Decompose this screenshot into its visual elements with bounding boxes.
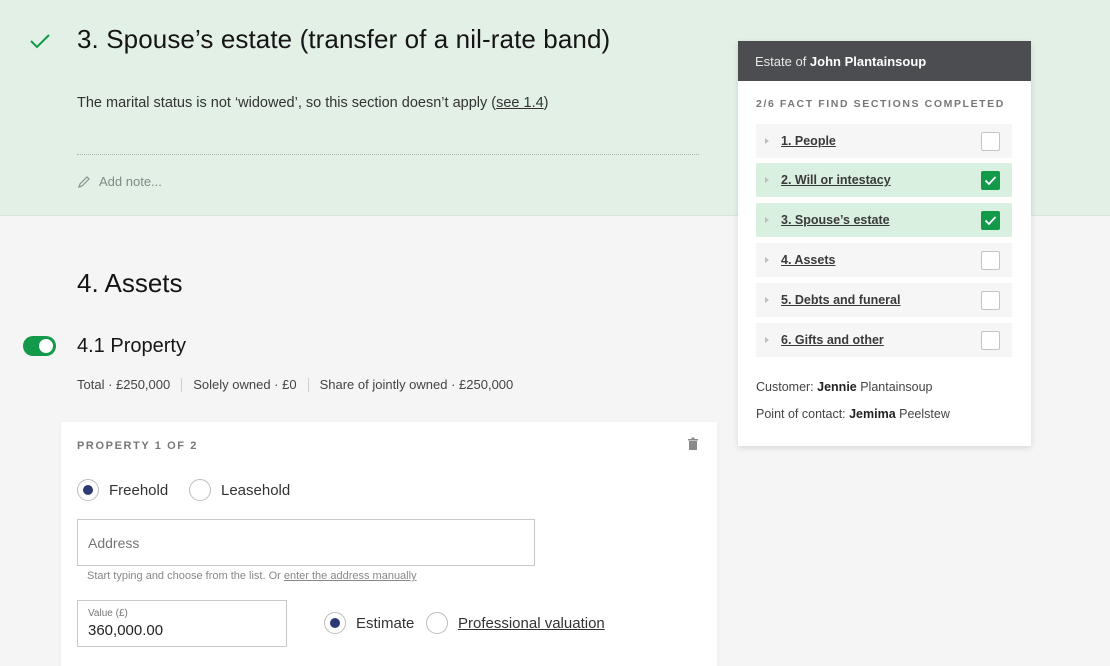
toggle-knob <box>39 339 53 353</box>
checkbox[interactable] <box>981 330 1000 350</box>
value-label: Value (£) <box>88 608 128 619</box>
nav-item-label[interactable]: 2. Will or intestacy <box>781 173 981 187</box>
property-subsection-title: 4.1 Property <box>77 335 186 357</box>
property-card-heading: PROPERTY 1 OF 2 <box>77 440 198 452</box>
professional-valuation-option[interactable]: Professional valuation <box>426 612 605 634</box>
freehold-radio[interactable] <box>77 479 99 501</box>
nav-item-label[interactable]: 1. People <box>781 134 981 148</box>
professional-valuation-link[interactable]: Professional valuation <box>458 615 605 632</box>
add-note-label: Add note... <box>99 174 162 189</box>
address-help-text: Start typing and choose from the list. O… <box>87 570 417 582</box>
caret-right-icon <box>765 138 769 144</box>
nav-item-will[interactable]: 2. Will or intestacy <box>756 163 1012 197</box>
caret-right-icon <box>765 257 769 263</box>
professional-valuation-radio[interactable] <box>426 612 448 634</box>
nav-item-spouses-estate[interactable]: 3. Spouse’s estate <box>756 203 1012 237</box>
checkmark-icon <box>984 175 997 185</box>
property-card: PROPERTY 1 OF 2 Freehold Leasehold Start… <box>61 422 717 666</box>
estimate-radio[interactable] <box>324 612 346 634</box>
caret-right-icon <box>765 177 769 183</box>
fact-find-panel: Estate of John Plantainsoup 2/6 FACT FIN… <box>738 41 1031 446</box>
nav-item-people[interactable]: 1. People <box>756 124 1012 158</box>
checkbox[interactable] <box>981 290 1000 310</box>
contact-line: Point of contact: Jemima Peelstew <box>756 407 950 421</box>
property-totals: Total · £250,000 Solely owned · £0 Share… <box>77 377 513 392</box>
nav-item-debts[interactable]: 5. Debts and funeral <box>756 283 1012 317</box>
solely-owned-value: Solely owned · £0 <box>193 377 297 392</box>
estate-name: John Plantainsoup <box>809 54 927 69</box>
see-1-4-link[interactable]: see 1.4 <box>496 95 544 111</box>
enter-address-manually-link[interactable]: enter the address manually <box>284 570 417 582</box>
pencil-icon <box>78 175 90 188</box>
nav-item-assets[interactable]: 4. Assets <box>756 243 1012 277</box>
nav-item-label[interactable]: 3. Spouse’s estate <box>781 213 981 227</box>
freehold-option[interactable]: Freehold <box>77 479 168 501</box>
checkbox[interactable] <box>981 250 1000 270</box>
checkmark-icon <box>30 34 50 49</box>
trash-icon[interactable] <box>687 437 699 451</box>
add-note-button[interactable]: Add note... <box>77 174 162 189</box>
estimate-label: Estimate <box>356 614 415 632</box>
checkbox[interactable] <box>981 131 1000 151</box>
property-toggle[interactable] <box>23 336 56 356</box>
separator <box>307 377 309 392</box>
caret-right-icon <box>765 217 769 223</box>
checkmark-icon <box>984 215 997 225</box>
total-value: Total · £250,000 <box>77 377 171 392</box>
leasehold-option[interactable]: Leasehold <box>189 479 290 501</box>
checkbox-checked[interactable] <box>981 210 1000 230</box>
panel-header: Estate of John Plantainsoup <box>738 41 1031 81</box>
address-input[interactable] <box>77 519 535 566</box>
section-3-status-text: The marital status is not ‘widowed’, so … <box>77 95 549 111</box>
nav-item-gifts[interactable]: 6. Gifts and other <box>756 323 1012 357</box>
customer-line: Customer: Jennie Plantainsoup <box>756 380 933 394</box>
nav-item-label[interactable]: 6. Gifts and other <box>781 333 981 347</box>
jointly-owned-value: Share of jointly owned · £250,000 <box>319 377 514 392</box>
section-3-title: 3. Spouse’s estate (transfer of a nil-ra… <box>77 24 611 54</box>
estimate-option[interactable]: Estimate <box>324 612 414 634</box>
separator <box>181 377 183 392</box>
caret-right-icon <box>765 297 769 303</box>
progress-label: 2/6 FACT FIND SECTIONS COMPLETED <box>756 98 1005 110</box>
section-4-title: 4. Assets <box>77 268 183 298</box>
value-amount[interactable]: 360,000.00 <box>88 622 163 639</box>
divider <box>77 154 699 155</box>
value-field[interactable]: Value (£) 360,000.00 <box>77 600 287 647</box>
nav-item-label[interactable]: 5. Debts and funeral <box>781 293 981 307</box>
caret-right-icon <box>765 337 769 343</box>
leasehold-radio[interactable] <box>189 479 211 501</box>
leasehold-label: Leasehold <box>221 481 291 499</box>
checkbox-checked[interactable] <box>981 170 1000 190</box>
nav-item-label[interactable]: 4. Assets <box>781 253 981 267</box>
freehold-label: Freehold <box>109 481 169 499</box>
